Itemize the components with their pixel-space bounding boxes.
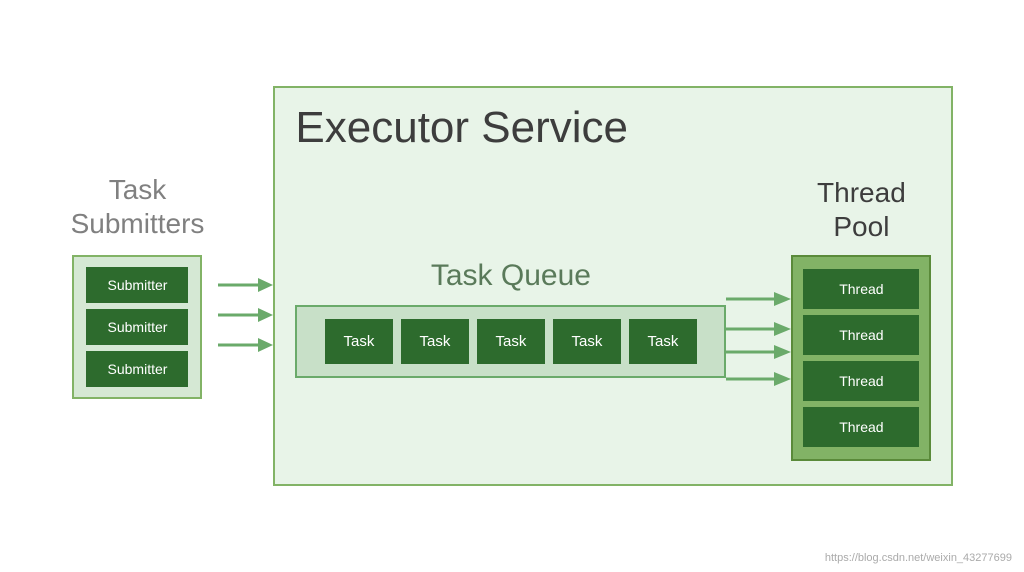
executor-service-title: Executor Service — [295, 103, 931, 153]
thread-item-1: Thread — [803, 269, 919, 309]
task-item-5: Task — [629, 319, 697, 364]
executor-inner: Task Queue Task Task Task Task Task — [295, 173, 931, 464]
task-item-2: Task — [401, 319, 469, 364]
watermark: https://blog.csdn.net/weixin_43277699 — [825, 552, 1012, 564]
task-queue-label: Task Queue — [431, 259, 591, 293]
task-queue-box: Task Task Task Task Task — [295, 305, 726, 378]
diagram-container: Task Submitters Submitter Submitter Subm… — [0, 0, 1024, 572]
task-submitters-area: Task Submitters Submitter Submitter Subm… — [71, 173, 205, 398]
submitter-item-1: Submitter — [86, 267, 188, 303]
task-item-1: Task — [325, 319, 393, 364]
task-item-3: Task — [477, 319, 545, 364]
executor-service-box: Executor Service Task Queue Task Task Ta… — [273, 86, 953, 486]
submitter-item-2: Submitter — [86, 309, 188, 345]
task-submitters-label: Task Submitters — [71, 173, 205, 240]
queue-to-pool-arrows — [726, 274, 791, 404]
thread-pool-box: Thread Thread Thread Thread — [791, 255, 931, 461]
thread-pool-label: Thread Pool — [817, 176, 906, 243]
queue-arrows-svg — [726, 274, 791, 404]
task-queue-area: Task Queue Task Task Task Task Task — [295, 259, 726, 378]
submitter-item-3: Submitter — [86, 351, 188, 387]
thread-item-4: Thread — [803, 407, 919, 447]
task-item-4: Task — [553, 319, 621, 364]
submitters-box: Submitter Submitter Submitter — [72, 255, 202, 399]
thread-item-3: Thread — [803, 361, 919, 401]
thread-item-2: Thread — [803, 315, 919, 355]
thread-pool-area: Thread Pool Thread Thread Thread Thread — [791, 176, 931, 461]
submitter-arrows — [218, 265, 273, 365]
submitter-arrows-svg — [218, 265, 273, 365]
